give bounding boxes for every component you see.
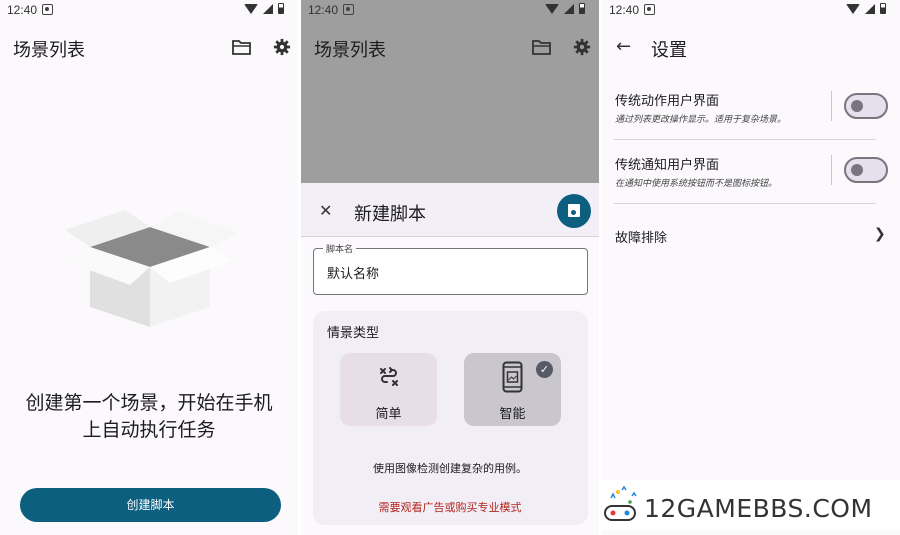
divider (614, 203, 876, 204)
legacy-action-ui-title: 传统动作用户界面 (615, 94, 720, 109)
create-script-button[interactable]: 创建脚本 (20, 488, 281, 522)
wifi-icon (244, 3, 258, 14)
watermark-logo (604, 485, 637, 521)
status-bar: 12:40 (602, 0, 900, 20)
save-icon (568, 204, 580, 217)
route-icon (380, 367, 398, 386)
close-icon[interactable]: ✕ (319, 201, 332, 220)
back-arrow-icon[interactable]: ← (616, 36, 631, 57)
page-title: 场景列表 (13, 40, 85, 61)
status-time: 12:40 (308, 3, 339, 17)
folder-icon[interactable] (532, 38, 552, 56)
script-name-label: 脚本名 (323, 242, 357, 255)
sheet-title: 新建脚本 (354, 204, 426, 225)
divider (831, 155, 832, 185)
battery-icon (278, 3, 284, 14)
pro-warning[interactable]: 需要观看广告或购买专业模式 (301, 499, 599, 515)
settings-screen: 12:40 ← 设置 传统动作用户界面 通过列表更改操作显示。适用于复杂场景。 … (602, 0, 900, 535)
page-title: 场景列表 (314, 40, 386, 61)
chevron-right-icon[interactable]: ❯ (874, 226, 886, 242)
script-name-value[interactable]: 默认名称 (327, 263, 379, 282)
phone-image-icon (502, 361, 523, 393)
status-time: 12:40 (609, 3, 640, 17)
empty-state-message: 创建第一个场景，开始在手机 上自动执行任务 (0, 390, 298, 444)
scenario-type-label: 情景类型 (327, 326, 380, 341)
signal-icon (564, 3, 574, 14)
option-smart-label: 智能 (499, 407, 526, 422)
status-bar: 12:40 (0, 0, 298, 20)
legacy-notification-ui-title: 传统通知用户界面 (615, 158, 720, 173)
screen-record-icon (42, 4, 53, 15)
settings-gear-icon[interactable] (272, 38, 292, 56)
dim-scrim[interactable] (301, 0, 599, 183)
new-script-sheet-screen: 12:40 场景列表 ✕ 新建脚本 脚本名 默认名称 情景类型 简单 智能 ✓ … (301, 0, 599, 535)
watermark: 12GAMEBBS.COM (600, 480, 900, 530)
empty-box-illustration (65, 210, 238, 327)
wifi-icon (545, 3, 559, 14)
signal-icon (263, 3, 273, 14)
status-bar: 12:40 (301, 0, 599, 20)
status-time: 12:40 (7, 3, 38, 17)
check-icon: ✓ (536, 361, 553, 378)
settings-gear-icon[interactable] (572, 38, 592, 56)
folder-icon[interactable] (232, 38, 252, 56)
option-description: 使用图像检测创建复杂的用例。 (373, 462, 527, 475)
screen-record-icon (343, 4, 354, 15)
option-simple-label: 简单 (375, 407, 402, 422)
divider (831, 91, 832, 121)
option-simple[interactable]: 简单 (340, 353, 437, 426)
battery-icon (880, 3, 886, 14)
save-button[interactable] (557, 194, 591, 228)
legacy-action-ui-subtitle: 通过列表更改操作显示。适用于复杂场景。 (615, 115, 787, 125)
scenario-list-screen: 12:40 场景列表 创建第一个场景，开始在手机 上自动执行任务 创建脚本 (0, 0, 298, 535)
signal-icon (865, 3, 875, 14)
empty-state-line-1: 创建第一个场景，开始在手机 (25, 392, 273, 414)
battery-icon (579, 3, 585, 14)
wifi-icon (846, 3, 860, 14)
screen-record-icon (644, 4, 655, 15)
legacy-action-ui-toggle[interactable] (844, 93, 888, 119)
legacy-notification-ui-toggle[interactable] (844, 157, 888, 183)
empty-state-line-2: 上自动执行任务 (82, 419, 216, 441)
watermark-text: 12GAMEBBS.COM (644, 494, 873, 523)
page-title: 设置 (651, 40, 687, 61)
legacy-notification-ui-subtitle: 在通知中使用系统按钮而不是图标按钮。 (615, 179, 778, 189)
troubleshooting-item[interactable]: 故障排除 (615, 227, 667, 246)
divider (614, 139, 876, 140)
